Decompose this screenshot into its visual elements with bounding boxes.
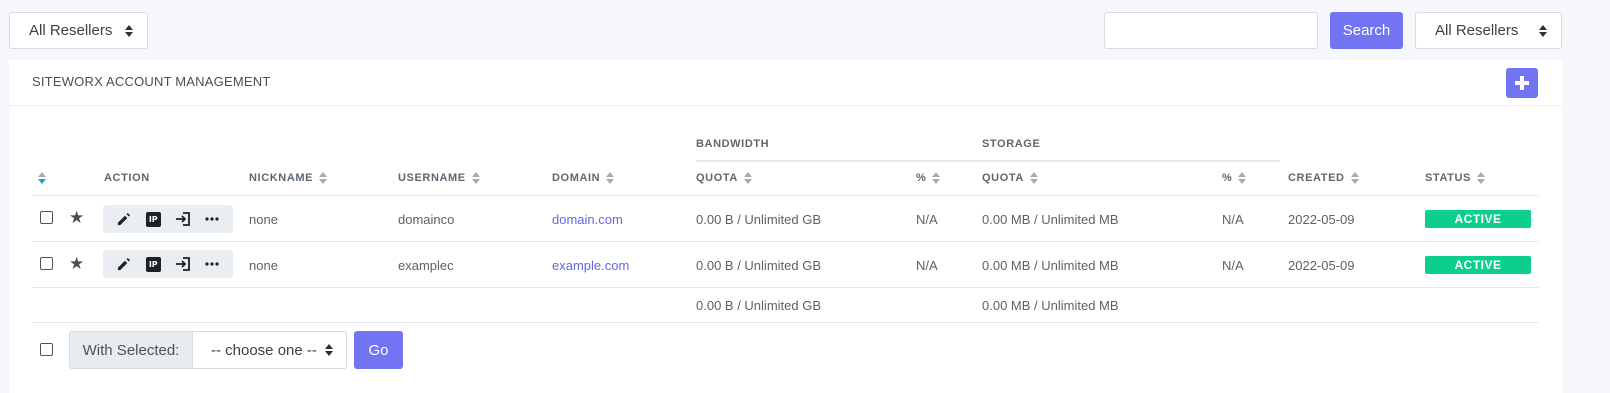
sort-icon	[743, 172, 752, 184]
more-icon[interactable]	[202, 209, 222, 229]
row-storage-percent: N/A	[1222, 258, 1244, 273]
reseller-filter-select[interactable]: All Resellers	[9, 12, 148, 49]
sort-icon	[471, 172, 480, 184]
row-username: domainco	[398, 212, 455, 227]
panel-divider	[9, 105, 1562, 106]
row-divider	[32, 241, 1539, 242]
status-badge: ACTIVE	[1425, 256, 1531, 274]
storage-group-header: STORAGE	[982, 138, 1041, 150]
row-domain-link[interactable]: domain.com	[552, 212, 623, 227]
row-action-group: IP	[103, 205, 233, 233]
ip-icon[interactable]: IP	[143, 254, 163, 274]
sort-icon	[1476, 172, 1485, 184]
row-action-group: IP	[103, 250, 233, 278]
search-button[interactable]: Search	[1330, 12, 1403, 49]
row-bandwidth-percent: N/A	[916, 212, 938, 227]
select-caret-icon	[125, 24, 133, 37]
select-all-checkbox[interactable]	[40, 343, 53, 356]
column-header-username[interactable]: USERNAME	[398, 172, 480, 184]
column-header-bandwidth-percent[interactable]: %	[916, 172, 941, 184]
total-bandwidth-quota: 0.00 B / Unlimited GB	[696, 298, 821, 313]
sort-icon	[38, 172, 46, 184]
account-management-panel: SITEWORX ACCOUNT MANAGEMENT BANDWIDTH ST…	[9, 60, 1562, 393]
favorite-star-icon[interactable]: ★	[69, 255, 84, 272]
pencil-icon[interactable]	[114, 254, 134, 274]
plus-icon	[1515, 76, 1529, 90]
column-header-domain[interactable]: DOMAIN	[552, 172, 615, 184]
sort-column-header[interactable]	[38, 172, 46, 184]
bulk-action-value: -- choose one --	[211, 341, 317, 359]
select-caret-icon	[1539, 24, 1547, 37]
row-bandwidth-quota: 0.00 B / Unlimited GB	[696, 258, 821, 273]
row-storage-quota: 0.00 MB / Unlimited MB	[982, 258, 1119, 273]
row-domain-link[interactable]: example.com	[552, 258, 629, 273]
column-header-action: ACTION	[104, 172, 150, 184]
panel-title: SITEWORX ACCOUNT MANAGEMENT	[32, 74, 271, 89]
pencil-icon[interactable]	[114, 209, 134, 229]
with-selected-label: With Selected:	[69, 331, 193, 369]
sort-icon	[932, 172, 941, 184]
column-header-nickname[interactable]: NICKNAME	[249, 172, 328, 184]
row-select-checkbox[interactable]	[40, 257, 53, 270]
row-bandwidth-percent: N/A	[916, 258, 938, 273]
row-created-date: 2022-05-09	[1288, 212, 1355, 227]
row-created-date: 2022-05-09	[1288, 258, 1355, 273]
search-input[interactable]	[1104, 12, 1318, 49]
row-nickname: none	[249, 258, 278, 273]
sort-icon	[1238, 172, 1247, 184]
total-storage-quota: 0.00 MB / Unlimited MB	[982, 298, 1119, 313]
favorite-star-icon[interactable]: ★	[69, 209, 84, 226]
ip-icon[interactable]: IP	[143, 209, 163, 229]
sort-icon	[1350, 172, 1359, 184]
reseller-filter-value-right: All Resellers	[1435, 22, 1519, 39]
sort-icon	[606, 172, 615, 184]
sort-icon	[319, 172, 328, 184]
login-icon[interactable]	[173, 209, 193, 229]
bandwidth-group-header: BANDWIDTH	[696, 138, 770, 150]
group-header-underline	[696, 160, 1280, 162]
row-username: examplec	[398, 258, 454, 273]
add-account-button[interactable]	[1506, 68, 1538, 98]
bulk-action-select[interactable]: -- choose one --	[192, 331, 347, 369]
column-header-status[interactable]: STATUS	[1425, 172, 1485, 184]
row-select-checkbox[interactable]	[40, 211, 53, 224]
row-storage-quota: 0.00 MB / Unlimited MB	[982, 212, 1119, 227]
select-caret-icon	[325, 344, 333, 356]
row-divider	[32, 287, 1539, 288]
column-header-bandwidth-quota[interactable]: QUOTA	[696, 172, 752, 184]
reseller-filter-select-right[interactable]: All Resellers	[1415, 12, 1562, 49]
column-header-created[interactable]: CREATED	[1288, 172, 1359, 184]
status-badge: ACTIVE	[1425, 210, 1531, 228]
row-bandwidth-quota: 0.00 B / Unlimited GB	[696, 212, 821, 227]
more-icon[interactable]	[202, 254, 222, 274]
row-nickname: none	[249, 212, 278, 227]
totals-divider	[32, 322, 1539, 323]
column-header-storage-quota[interactable]: QUOTA	[982, 172, 1038, 184]
row-storage-percent: N/A	[1222, 212, 1244, 227]
header-divider	[32, 195, 1539, 196]
login-icon[interactable]	[173, 254, 193, 274]
go-button[interactable]: Go	[354, 331, 403, 369]
column-header-storage-percent[interactable]: %	[1222, 172, 1247, 184]
sort-icon	[1029, 172, 1038, 184]
reseller-filter-value: All Resellers	[29, 22, 113, 39]
